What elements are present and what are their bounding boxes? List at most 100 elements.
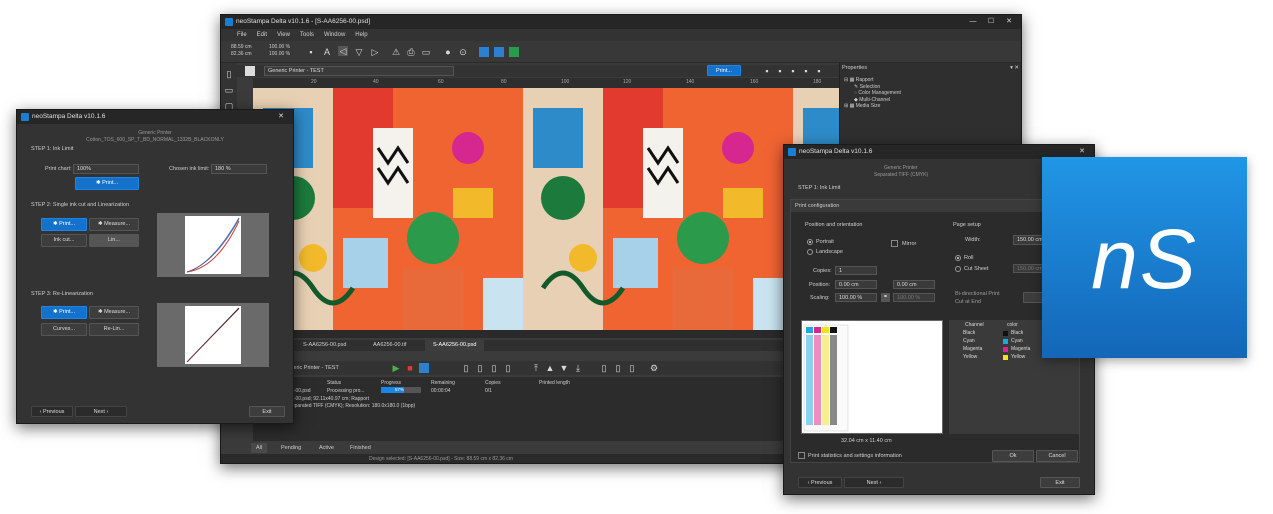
menu-view[interactable]: View	[277, 29, 290, 41]
grid-icon[interactable]: ▪	[814, 66, 824, 76]
design-canvas[interactable]	[253, 88, 839, 330]
move-bottom-icon[interactable]: ⤓	[573, 363, 583, 373]
printer-select[interactable]: Generic Printer - TEST	[264, 66, 454, 76]
folder-open-icon[interactable]: ▭	[224, 85, 234, 95]
tree-media-size[interactable]: ⊞ ▦ Media Size	[844, 103, 901, 110]
color-icon[interactable]	[479, 47, 489, 57]
stop-icon[interactable]: ■	[405, 363, 415, 373]
rotate-down-icon[interactable]: ▽	[354, 47, 364, 57]
tree-label: Rapport	[855, 77, 874, 83]
step3-measure-button[interactable]: ✱ Measure...	[89, 306, 139, 319]
filter-all[interactable]: All	[251, 443, 268, 453]
curves-button[interactable]: Curves...	[41, 323, 87, 336]
zoom-in-icon[interactable]: ▪	[762, 66, 772, 76]
move-down-icon[interactable]: ▼	[559, 363, 569, 373]
actual-size-icon[interactable]: ▪	[801, 66, 811, 76]
col-copies: Copies	[485, 380, 501, 386]
step2-print-button[interactable]: ✱ Print...	[41, 218, 87, 231]
canvas-scroll-bottom[interactable]	[253, 330, 839, 338]
step1-print-button[interactable]: ✱ Print...	[75, 177, 139, 190]
lin-button[interactable]: Lin...	[89, 234, 139, 247]
color-icon-3[interactable]	[509, 47, 519, 57]
close-icon[interactable]: ✕	[1000, 15, 1018, 29]
tab-doc-2[interactable]: AA6256-00.tif	[369, 340, 410, 351]
left-exit-button[interactable]: Exit	[249, 406, 285, 417]
portrait-radio[interactable]	[807, 239, 813, 245]
right-next-button[interactable]: Next ›	[844, 477, 904, 488]
landscape-radio[interactable]	[807, 249, 813, 255]
filter-active[interactable]: Active	[319, 443, 334, 453]
maximize-icon[interactable]: ☐	[982, 15, 1000, 29]
zoom-x: 100.00 %	[269, 44, 291, 50]
link-icon[interactable]: ⚭	[881, 293, 890, 302]
left-next-button[interactable]: Next ›	[75, 406, 127, 417]
printer-icon[interactable]: ⎙	[406, 47, 416, 57]
position-x-field[interactable]: 0.00 cm	[835, 280, 877, 289]
button-label: Measure...	[104, 309, 131, 315]
tree-label: Media Size	[855, 103, 881, 109]
queue-doc-icon[interactable]: ▯	[461, 363, 471, 373]
rotate-left-icon[interactable]: ◁	[338, 46, 348, 56]
play-icon[interactable]: ▶	[391, 363, 401, 373]
ruler-label: 160	[750, 79, 759, 85]
menu-help[interactable]: Help	[355, 29, 367, 41]
zoom-out-icon[interactable]: ▪	[775, 66, 785, 76]
print-chart-select[interactable]: 100%	[73, 164, 139, 174]
relin-button[interactable]: Re-Lin...	[89, 323, 139, 336]
close-icon[interactable]: ✕	[272, 110, 290, 124]
queue-doc-icon-3[interactable]: ▯	[489, 363, 499, 373]
scale-y-field[interactable]: 100.00 %	[893, 293, 935, 302]
queue-doc-icon-7[interactable]: ▯	[627, 363, 637, 373]
position-y-field[interactable]: 0.00 cm	[893, 280, 935, 289]
mirror-a-icon[interactable]: A	[322, 47, 332, 57]
channel-color: Cyan	[1011, 338, 1023, 344]
warning-icon[interactable]: ⚠	[391, 47, 401, 57]
step2-measure-button[interactable]: ✱ Measure...	[89, 218, 139, 231]
mirror-checkbox[interactable]	[891, 240, 898, 247]
copies-field[interactable]: 1	[835, 266, 877, 275]
queue-progress-bar: 57%	[381, 387, 421, 393]
cutsheet-radio[interactable]	[955, 266, 961, 272]
roll-radio[interactable]	[955, 255, 961, 261]
queue-doc-icon-5[interactable]: ▯	[599, 363, 609, 373]
menu-edit[interactable]: Edit	[257, 29, 267, 41]
filter-pending[interactable]: Pending	[281, 443, 301, 453]
menu-window[interactable]: Window	[324, 29, 345, 41]
left-previous-button[interactable]: ‹ Previous	[31, 406, 73, 417]
queue-doc-icon-4[interactable]: ▯	[503, 363, 513, 373]
move-up-icon[interactable]: ▲	[545, 363, 555, 373]
settings-gear-icon[interactable]: ⚙	[649, 363, 659, 373]
pause-icon[interactable]	[419, 363, 429, 373]
minimize-icon[interactable]: —	[964, 15, 982, 29]
fit-icon[interactable]: ▪	[788, 66, 798, 76]
queue-doc-icon-2[interactable]: ▯	[475, 363, 485, 373]
chosen-ink-field[interactable]: 180 %	[211, 164, 267, 174]
document-bar: Generic Printer - TEST Print... ▪ ▪ ▪ ▪ …	[237, 65, 839, 77]
drop-icon[interactable]: ●	[443, 47, 453, 57]
print-button[interactable]: Print...	[707, 65, 741, 76]
stats-checkbox[interactable]	[798, 452, 805, 459]
ok-button[interactable]: Ok	[992, 450, 1034, 462]
stamp-icon[interactable]: ⊙	[458, 47, 468, 57]
col-remaining: Remaining	[431, 380, 455, 386]
filter-finished[interactable]: Finished	[350, 443, 371, 453]
ruler-label: 100	[561, 79, 570, 85]
move-top-icon[interactable]: ⤒	[531, 363, 541, 373]
cancel-button[interactable]: Cancel	[1036, 450, 1078, 462]
color-icon-2[interactable]	[494, 47, 504, 57]
right-previous-button[interactable]: ‹ Previous	[798, 477, 842, 488]
menu-tools[interactable]: Tools	[300, 29, 314, 41]
step3-print-button[interactable]: ✱ Print...	[41, 306, 87, 319]
ink-cut-button[interactable]: Ink cut...	[41, 234, 87, 247]
rotate-right-icon[interactable]: ▷	[370, 47, 380, 57]
page-icon[interactable]: ▯	[224, 69, 234, 79]
right-exit-button[interactable]: Exit	[1040, 477, 1080, 488]
menu-file[interactable]: File	[237, 29, 247, 41]
queue-doc-icon-6[interactable]: ▯	[613, 363, 623, 373]
tab-doc-1[interactable]: S-AA6256-00.psd	[299, 340, 350, 351]
ruler-label: 120	[623, 79, 632, 85]
folder-icon[interactable]: ▭	[421, 47, 431, 57]
tab-doc-3[interactable]: S-AA6256-00.psd	[425, 340, 485, 351]
align-icon[interactable]: ▪	[306, 47, 316, 57]
scale-x-field[interactable]: 100.00 %	[835, 293, 877, 302]
